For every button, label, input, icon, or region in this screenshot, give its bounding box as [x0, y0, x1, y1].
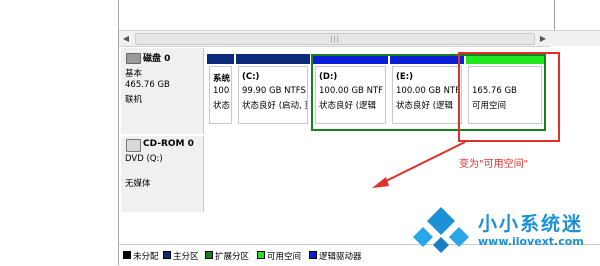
legend-swatch — [257, 251, 265, 259]
annotation-text: 变为"可用空间" — [459, 159, 529, 170]
partition-status: 状态良 — [213, 101, 231, 111]
scroll-right-arrow-icon[interactable]: ▶ — [536, 31, 550, 46]
annotation-arrow-icon — [372, 141, 466, 188]
column-divider — [554, 0, 555, 30]
cdrom-0-title: CD-ROM 0 — [143, 139, 194, 149]
cd-drive-icon — [126, 139, 141, 152]
legend-label: 逻辑驱动器 — [319, 252, 362, 262]
disk-0-title: 磁盘 0 — [143, 54, 171, 64]
partition-bar — [207, 54, 234, 64]
left-pane — [0, 0, 119, 265]
partition-size: 99.90 GB NTFS — [242, 86, 306, 96]
hard-disk-icon — [126, 53, 141, 64]
cdrom-0-row[interactable]: CD-ROM 0 DVD (Q:) 无媒体 — [121, 136, 548, 212]
scroll-left-arrow-icon[interactable]: ◀ — [119, 31, 133, 46]
legend-label: 未分配 — [133, 252, 159, 262]
annotation-highlight-box — [458, 52, 560, 142]
brand-logo-icon — [413, 207, 469, 253]
legend-swatch — [309, 251, 317, 259]
partition-c[interactable]: (C:) 99.90 GB NTFS 状态良好 (启动, 页 — [236, 54, 310, 126]
legend-swatch — [205, 251, 213, 259]
legend-swatch — [123, 251, 131, 259]
cdrom-0-drive: DVD (Q:) — [125, 154, 163, 164]
partition-name: (C:) — [242, 72, 260, 82]
partition-system[interactable]: 系统 100 状态良 — [207, 54, 234, 126]
partition-bar — [236, 54, 310, 64]
disk-0-status: 联机 — [125, 95, 143, 105]
scroll-corner — [550, 30, 600, 46]
disk-0-label[interactable]: 磁盘 0 基本 465.76 GB 联机 — [121, 48, 204, 134]
legend-swatch — [163, 251, 171, 259]
legend-label: 主分区 — [173, 252, 199, 262]
cdrom-0-media: 无媒体 — [125, 179, 151, 189]
horizontal-scrollbar[interactable]: ◀ ||| ▶ — [119, 30, 550, 47]
legend-label: 可用空间 — [267, 252, 302, 262]
brand-url: www.ilovext.com — [478, 235, 584, 248]
cdrom-0-label[interactable]: CD-ROM 0 DVD (Q:) 无媒体 — [121, 136, 204, 212]
brand-name: 小小系统迷 — [478, 213, 584, 235]
legend-label: 扩展分区 — [215, 252, 250, 262]
disk-0-size: 465.76 GB — [125, 80, 170, 90]
partition-size: 100 — [213, 86, 230, 96]
partition-status: 状态良好 (启动, 页 — [242, 101, 308, 111]
partition-name: 系统 — [213, 74, 231, 84]
disk-0-type: 基本 — [125, 69, 143, 79]
scroll-thumb[interactable]: ||| — [135, 33, 535, 45]
